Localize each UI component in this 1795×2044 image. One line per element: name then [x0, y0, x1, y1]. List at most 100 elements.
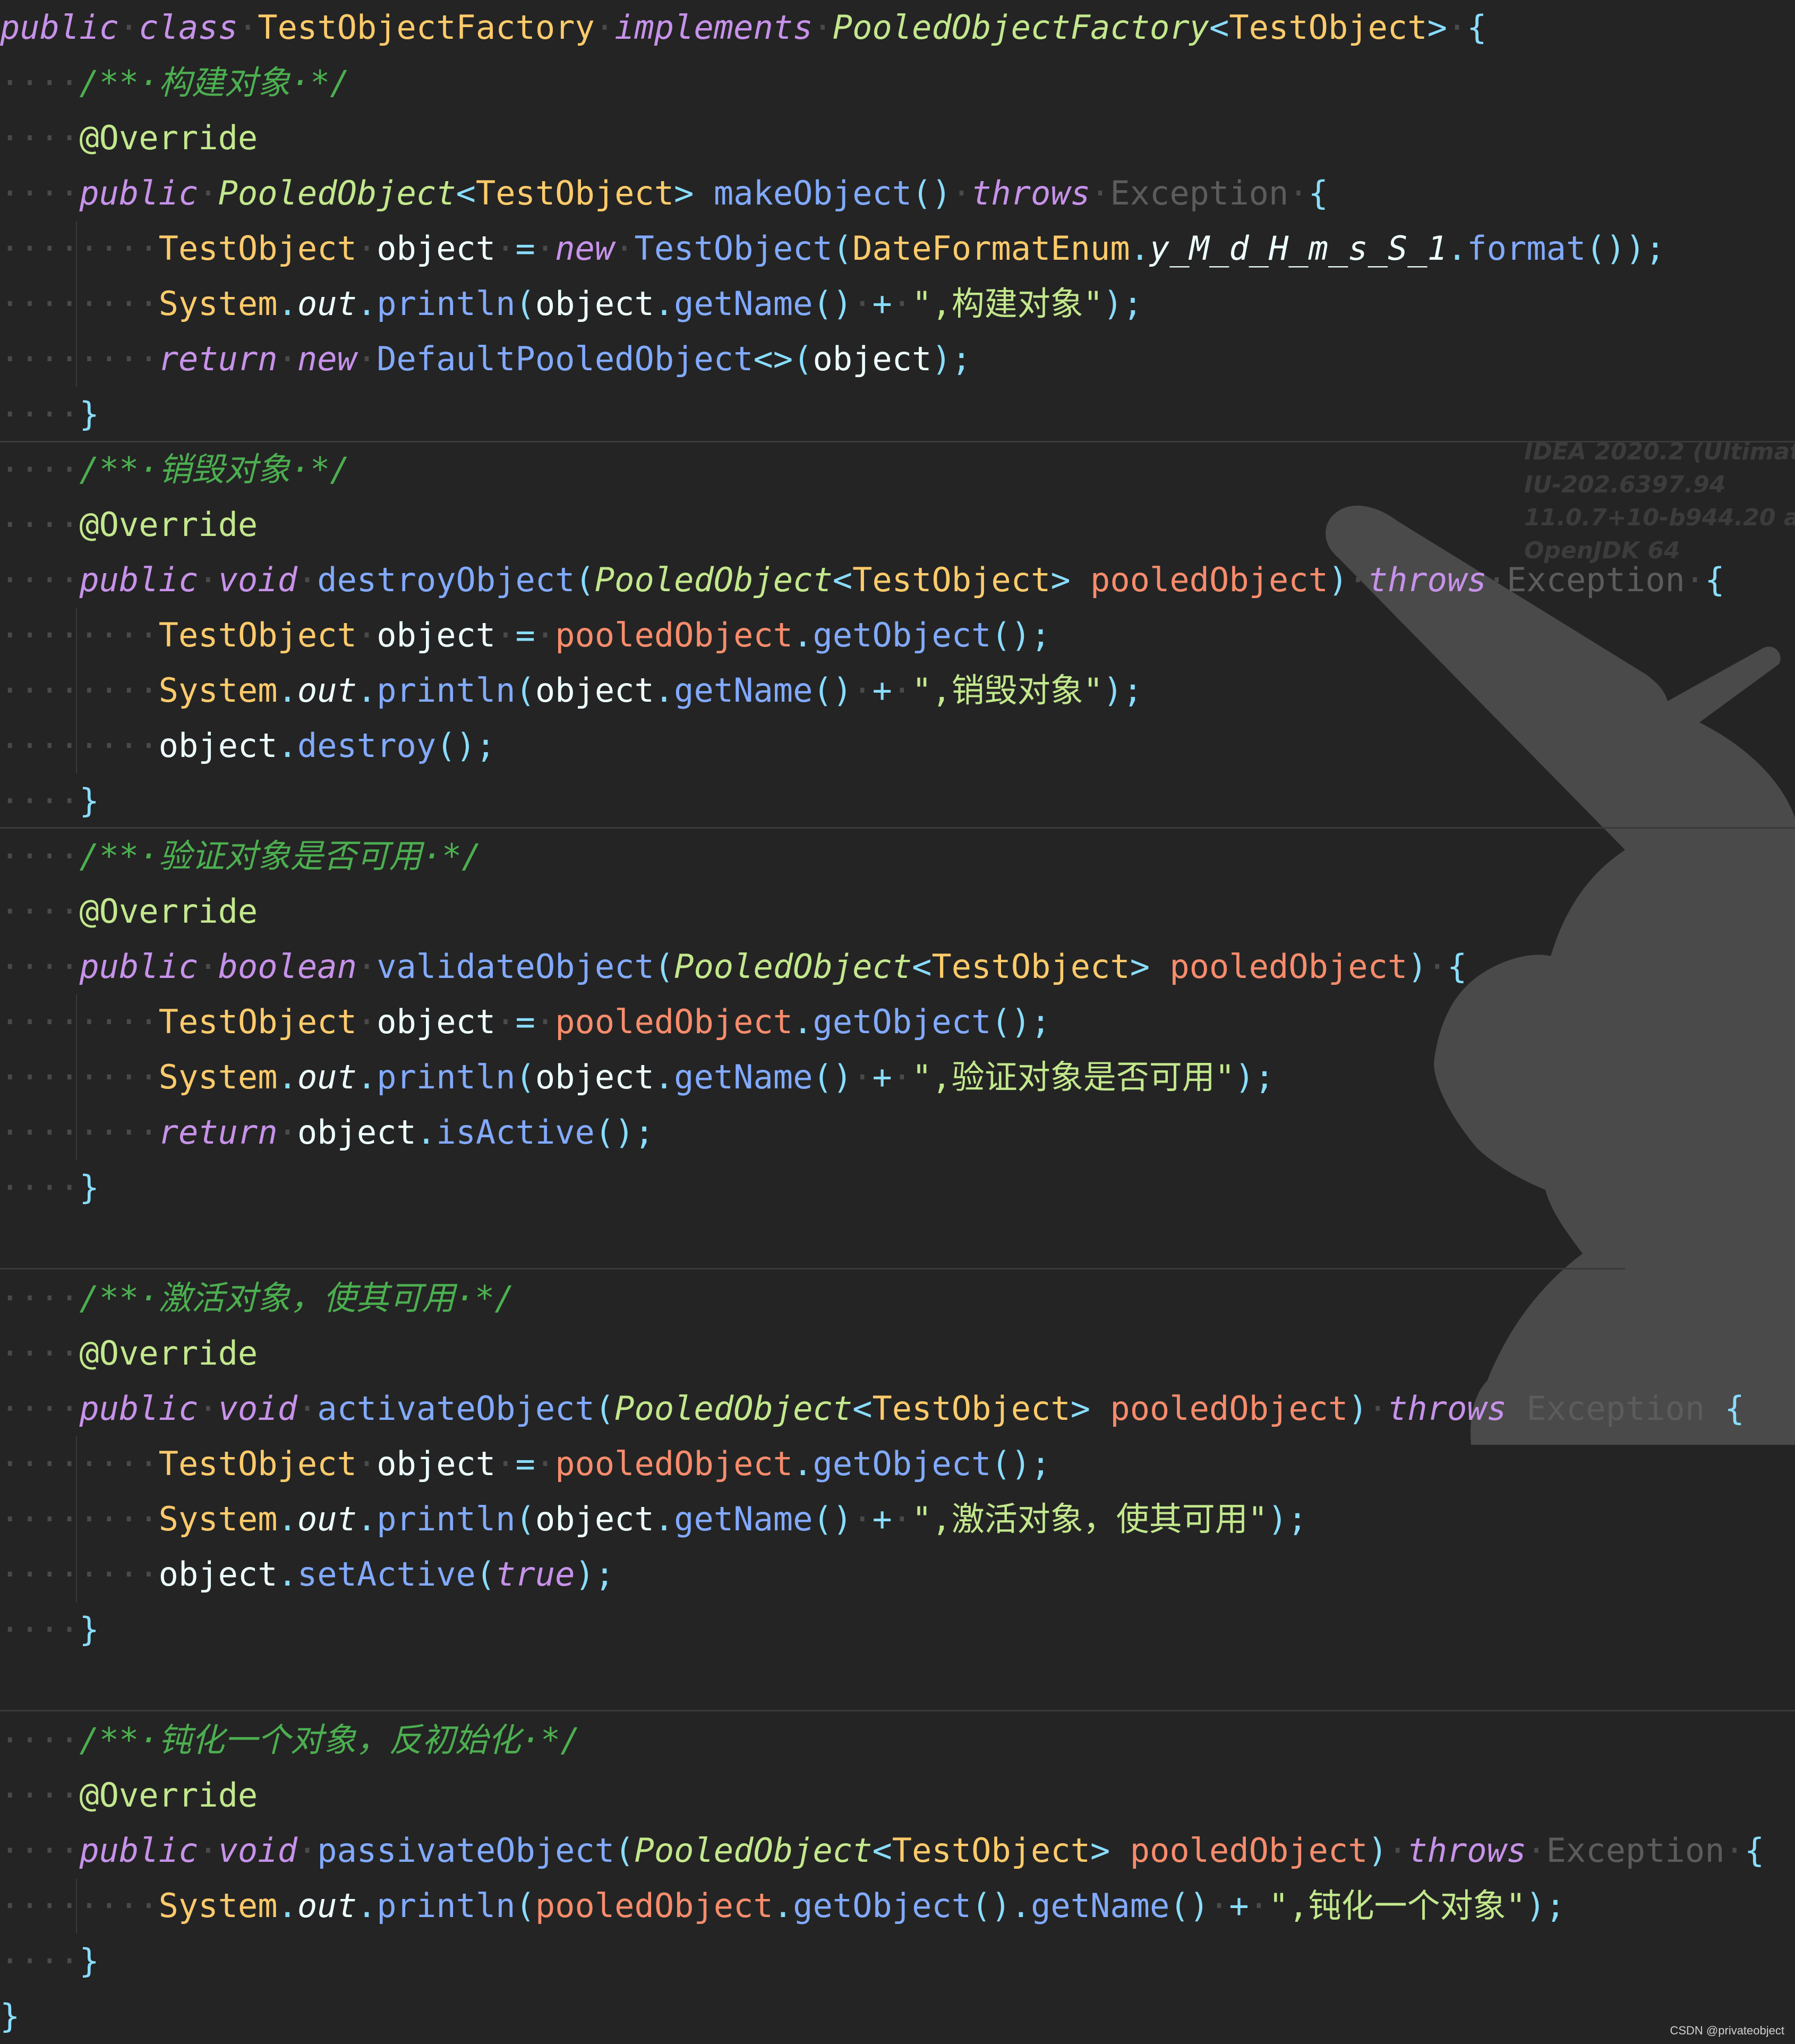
code-token: (): [813, 284, 853, 323]
code-token: (: [515, 1500, 535, 1538]
code-token: destroyObject: [317, 560, 575, 599]
code-token: .: [654, 1500, 674, 1538]
code-line[interactable]: ········object.setActive(true);: [0, 1547, 614, 1602]
code-line[interactable]: ····public·boolean·validateObject(Pooled…: [0, 939, 1467, 994]
code-token: System: [158, 1886, 278, 1925]
code-line[interactable]: ········System.out.println(pooledObject.…: [0, 1878, 1566, 1934]
whitespace-marker: ·: [1447, 8, 1467, 47]
code-line[interactable]: ········System.out.println(object.getNam…: [0, 276, 1143, 331]
whitespace-marker: ·: [892, 1058, 912, 1096]
code-line[interactable]: ····/**·验证对象是否可用·*/: [0, 829, 482, 884]
code-line[interactable]: ····@Override: [0, 884, 258, 939]
code-token: (): [912, 174, 952, 212]
code-token: ): [1328, 560, 1348, 599]
code-token: {: [1705, 560, 1725, 599]
code-token: PooledObject: [634, 1831, 873, 1870]
code-token: format: [1467, 229, 1586, 268]
code-line[interactable]: ····}: [0, 1160, 99, 1215]
code-token: );: [1268, 1500, 1307, 1538]
whitespace-marker: ·: [356, 229, 377, 268]
whitespace-marker: ·: [594, 8, 615, 47]
code-token: pooledObject: [1169, 947, 1408, 986]
code-token: public: [79, 1389, 199, 1428]
code-line[interactable]: ····public·void·activateObject(PooledObj…: [0, 1381, 1745, 1436]
code-token: /**·钝化一个对象，反初始化·*/: [79, 1721, 580, 1759]
whitespace-marker: ····: [0, 1831, 80, 1870]
code-line[interactable]: ········TestObject·object·=·new·TestObje…: [0, 221, 1665, 276]
code-token: object: [297, 1113, 416, 1152]
code-line[interactable]: ····/**·钝化一个对象，反初始化·*/: [0, 1713, 580, 1768]
code-token: .: [793, 616, 813, 654]
code-line[interactable]: ····@Override: [0, 497, 258, 552]
code-editor[interactable]: IDEA 2020.2 (Ultimate IU-202.6397.94 11.0.…: [0, 0, 1795, 2044]
code-line[interactable]: ········object.destroy();: [0, 718, 495, 773]
code-token: ",构建对象": [912, 284, 1104, 323]
code-line[interactable]: ····@Override: [0, 1326, 258, 1381]
code-token: destroy: [297, 726, 437, 765]
code-token: );: [1525, 1886, 1566, 1925]
code-line[interactable]: ····public·void·passivateObject(PooledOb…: [0, 1823, 1764, 1878]
code-token: object: [377, 1002, 496, 1041]
code-line[interactable]: ····@Override: [0, 110, 258, 166]
code-token: .: [654, 671, 674, 710]
code-line[interactable]: }: [0, 1989, 20, 2044]
code-token: object: [535, 1500, 654, 1538]
code-token: object: [377, 229, 496, 268]
whitespace-marker: ·: [297, 560, 318, 599]
code-token: .: [277, 1886, 297, 1925]
whitespace-marker: ····: [0, 1334, 80, 1373]
code-line[interactable]: ····@Override: [0, 1768, 258, 1823]
whitespace-marker: ····: [0, 505, 80, 544]
code-line[interactable]: ········TestObject·object·=·pooledObject…: [0, 994, 1050, 1050]
code-token: .: [277, 1058, 297, 1096]
code-line[interactable]: ····public·PooledObject<TestObject> make…: [0, 166, 1328, 221]
code-line[interactable]: ····/**·构建对象·*/: [0, 55, 350, 110]
whitespace-marker: ····: [0, 1721, 80, 1759]
code-token: throws: [1367, 560, 1487, 599]
code-token: ());: [1586, 229, 1665, 268]
whitespace-marker: ·: [892, 671, 912, 710]
code-line[interactable]: ····/**·销毁对象·*/: [0, 442, 350, 497]
code-token: );: [1235, 1058, 1275, 1096]
code-token: .: [277, 1555, 297, 1594]
code-line[interactable]: ····}: [0, 773, 99, 829]
code-line[interactable]: ····public·void·destroyObject(PooledObje…: [0, 552, 1725, 608]
code-token: getObject: [793, 1886, 972, 1925]
code-line[interactable]: ····}: [0, 1602, 99, 1657]
whitespace-marker: ·: [1685, 560, 1705, 599]
code-token: out: [297, 284, 357, 323]
code-line[interactable]: public·class·TestObjectFactory·implement…: [0, 0, 1487, 55]
code-line[interactable]: ········System.out.println(object.getNam…: [0, 663, 1143, 718]
code-token: (: [614, 1831, 635, 1870]
whitespace-marker: ·: [277, 1113, 297, 1152]
code-token: .: [416, 1113, 437, 1152]
code-line[interactable]: ········System.out.println(object.getNam…: [0, 1050, 1275, 1105]
code-token: .: [793, 1444, 813, 1483]
code-line[interactable]: ····}: [0, 387, 99, 442]
code-token: passivateObject: [317, 1831, 615, 1870]
code-line[interactable]: ········System.out.println(object.getNam…: [0, 1492, 1307, 1547]
code-token: ();: [594, 1113, 654, 1152]
whitespace-marker: ·: [852, 671, 873, 710]
code-token: getObject: [813, 616, 991, 654]
code-token: TestObject: [475, 174, 674, 212]
code-token: ",验证对象是否可用": [912, 1058, 1235, 1096]
code-line[interactable]: ········return·object.isActive();: [0, 1105, 654, 1160]
whitespace-marker: ····: [0, 450, 80, 489]
code-token: makeObject: [713, 174, 912, 212]
code-line[interactable]: ········TestObject·object·=·pooledObject…: [0, 1436, 1050, 1492]
code-token: PooledObject: [614, 1389, 853, 1428]
code-line[interactable]: ········return·new·DefaultPooledObject<>…: [0, 331, 971, 387]
whitespace-marker: ····: [0, 892, 80, 931]
code-line[interactable]: ····}: [0, 1934, 99, 1989]
code-line[interactable]: ····/**·激活对象，使其可用·*/: [0, 1271, 515, 1326]
code-token: =: [515, 1444, 535, 1483]
ide-version-watermark: IDEA 2020.2 (Ultimate IU-202.6397.94 11.0.…: [1524, 436, 1795, 567]
code-token: pooledObject: [535, 1886, 773, 1925]
code-token: new: [297, 339, 357, 378]
code-token: ): [1348, 1389, 1368, 1428]
code-line[interactable]: ········TestObject·object·=·pooledObject…: [0, 608, 1050, 663]
whitespace-marker: ····: [0, 781, 80, 820]
code-token: /**·构建对象·*/: [79, 63, 350, 102]
code-token: <: [852, 1389, 873, 1428]
